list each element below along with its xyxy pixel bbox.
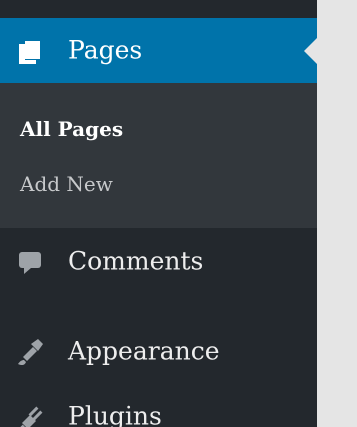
- sidebar-item-label: Appearance: [68, 336, 220, 366]
- sidebar-item-appearance[interactable]: Appearance: [0, 318, 317, 386]
- sidebar-item-label: Pages: [68, 34, 143, 64]
- sidebar-item-comments[interactable]: Comments: [0, 228, 317, 296]
- current-page-arrow: [304, 37, 317, 64]
- sidebar-item-pages[interactable]: Pages: [0, 18, 317, 83]
- sidebar-item-label: Plugins: [68, 401, 162, 427]
- pages-submenu: All Pages Add New: [0, 83, 317, 228]
- sidebar-item-plugins[interactable]: Plugins: [0, 392, 317, 427]
- plugin-icon: [14, 401, 46, 427]
- submenu-item-add-new[interactable]: Add New: [20, 172, 113, 196]
- comment-icon: [14, 246, 46, 278]
- sidebar-item-label: Comments: [68, 246, 204, 276]
- paintbrush-icon: [14, 336, 46, 368]
- submenu-item-all-pages[interactable]: All Pages: [20, 117, 123, 141]
- admin-page: Pages All Pages Add New Comments Appeara…: [0, 0, 357, 427]
- pages-icon: [14, 35, 46, 67]
- admin-sidebar: Pages All Pages Add New Comments Appeara…: [0, 0, 317, 427]
- sidebar-top-strip: [0, 0, 317, 18]
